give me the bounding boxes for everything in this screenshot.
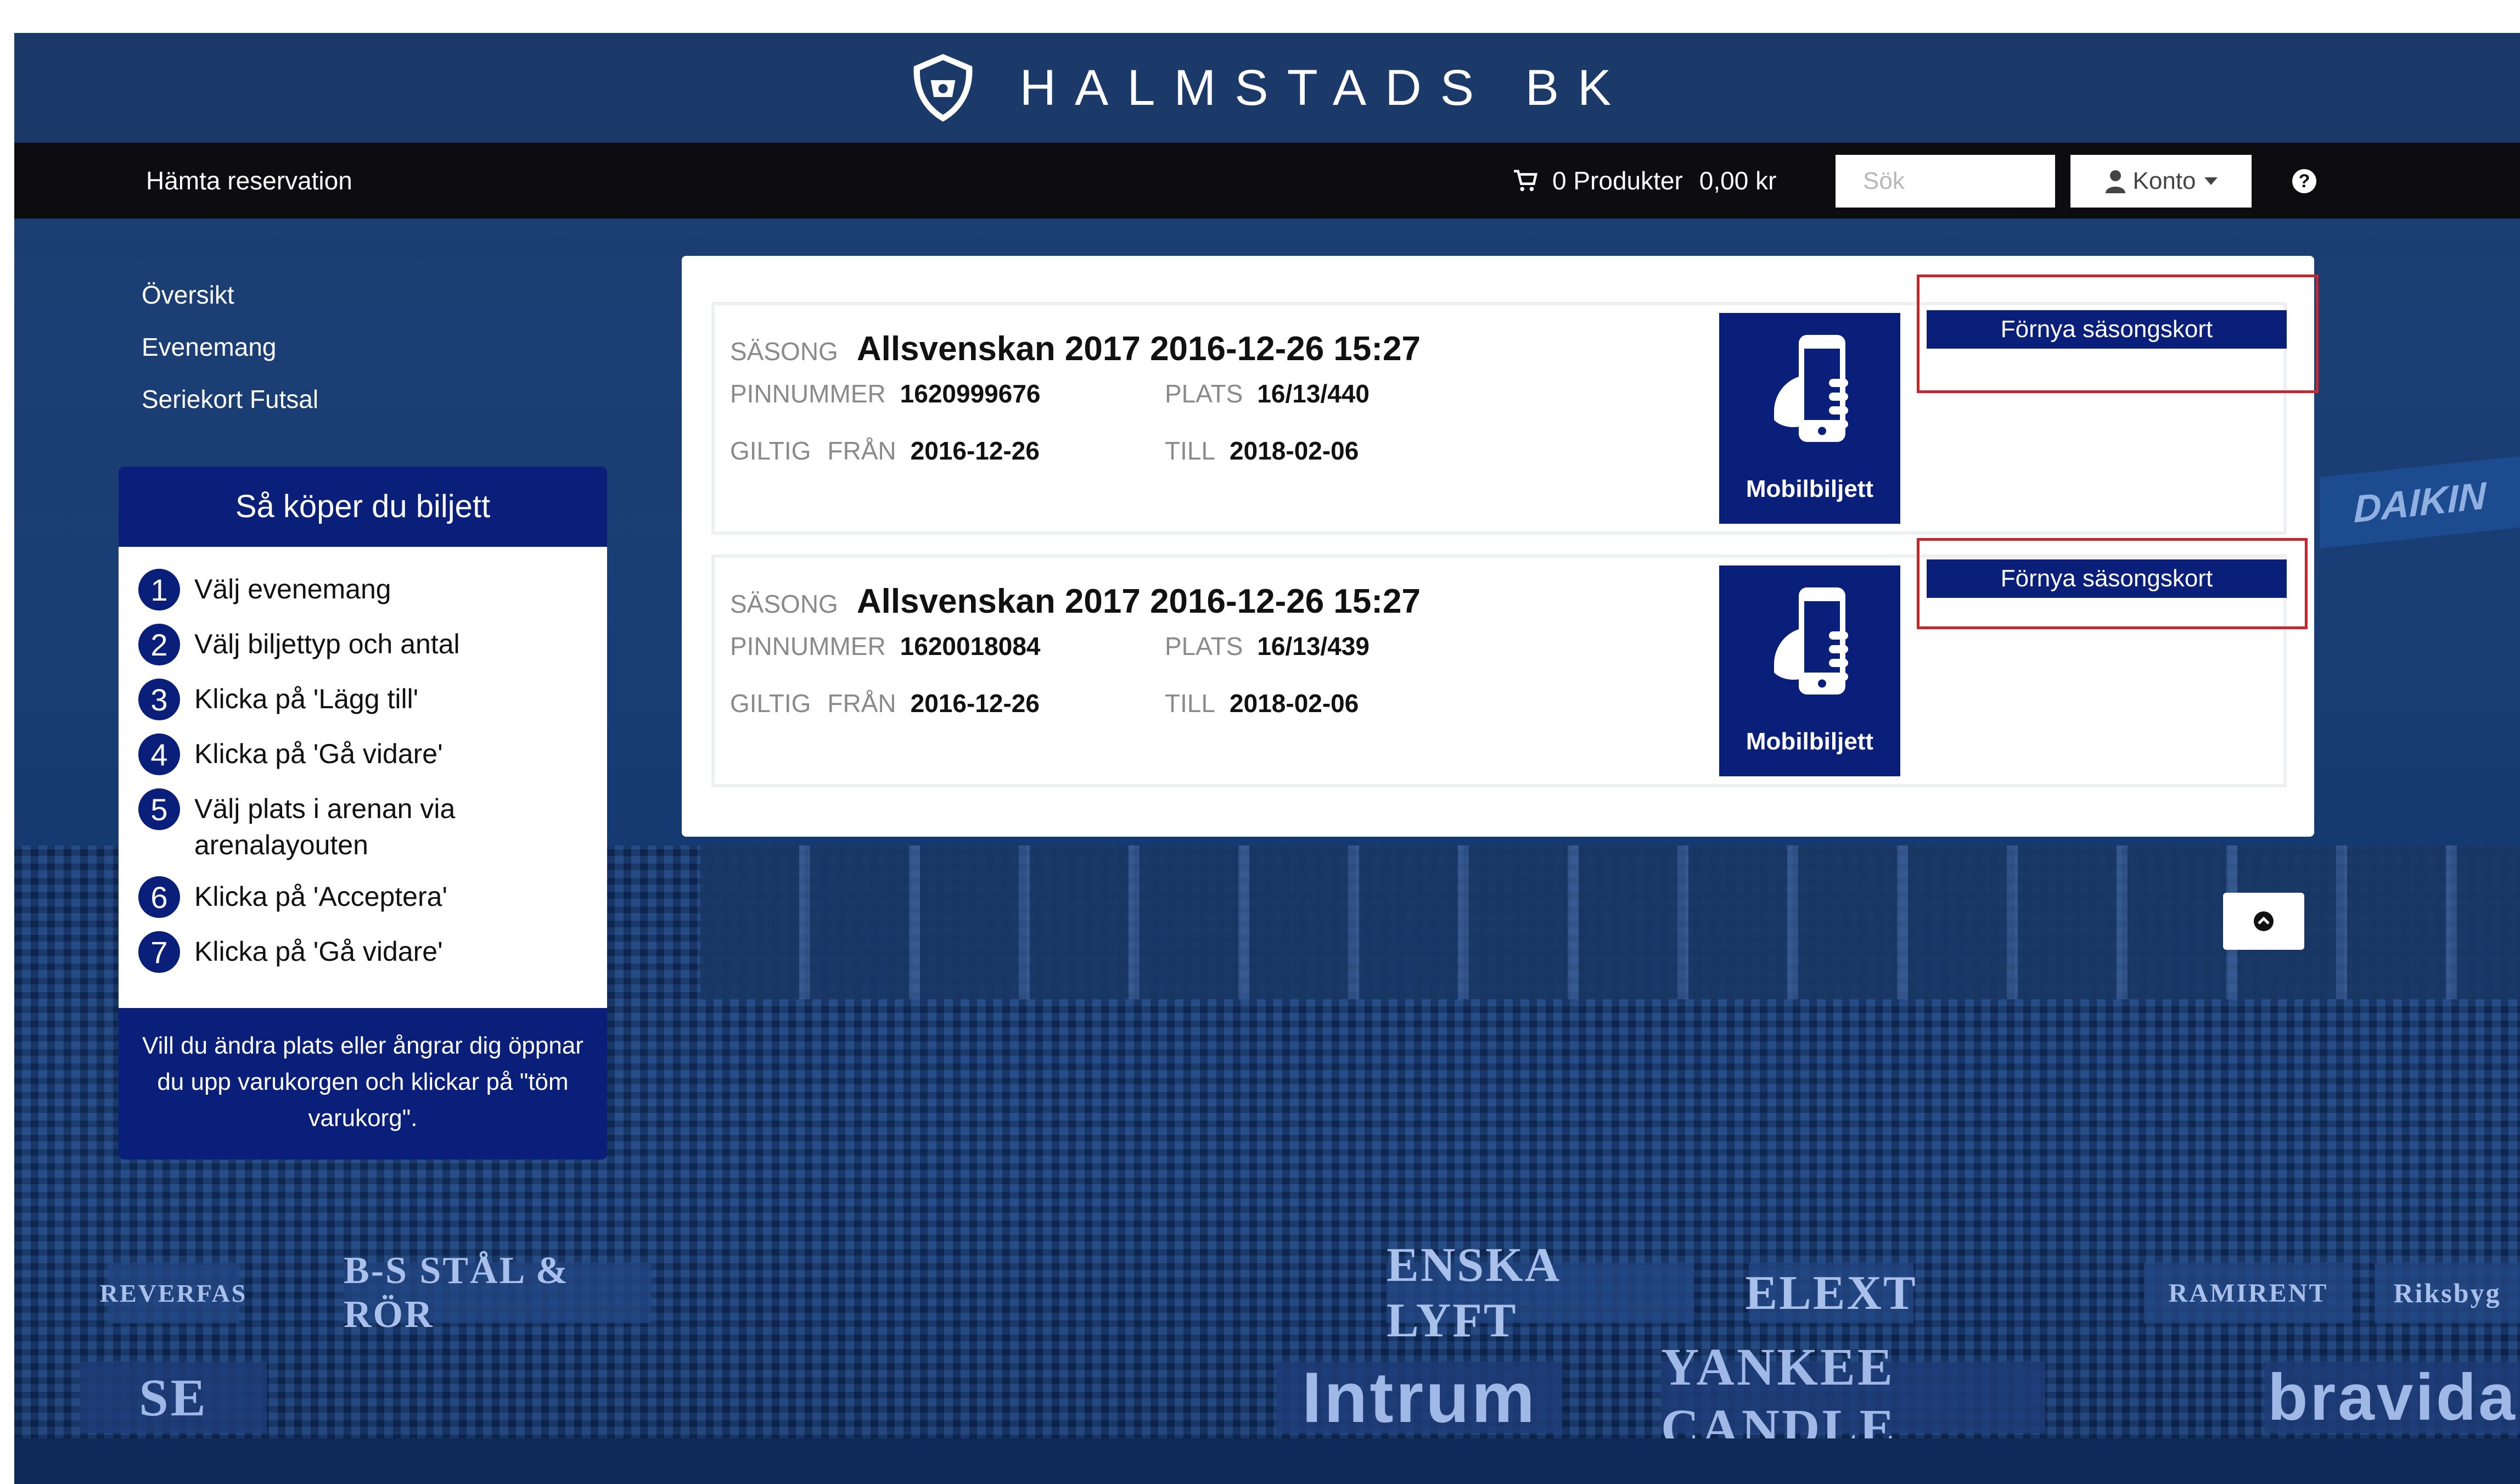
site-header: HALMSTADS BK bbox=[14, 33, 2520, 143]
step-item: 5 Välj plats i arenan via arenalayouten bbox=[119, 788, 607, 863]
seat-label: PLATS bbox=[1165, 379, 1243, 408]
to-label: TILL bbox=[1165, 689, 1216, 718]
account-label: Konto bbox=[2132, 167, 2196, 194]
from-value: 2016-12-26 bbox=[910, 436, 1040, 465]
step-number: 6 bbox=[138, 876, 180, 918]
pitch-background bbox=[14, 1438, 2520, 1484]
valid-label: GILTIG bbox=[730, 436, 811, 465]
ad-reverfas: REVERFAS bbox=[100, 1263, 245, 1323]
pin-label: PINNUMMER bbox=[730, 632, 886, 660]
season-label: SÄSONG bbox=[730, 590, 838, 618]
ad-elext: ELEXT bbox=[1745, 1263, 1916, 1323]
step-text: Klicka på 'Lägg till' bbox=[194, 684, 419, 714]
top-bar: Hämta reservation 0 Produkter 0,00 kr Ko… bbox=[14, 143, 2520, 219]
club-name: HALMSTADS BK bbox=[1019, 59, 1630, 116]
cart-count: 0 Produkter bbox=[1552, 166, 1683, 195]
from-label: FRÅN bbox=[827, 689, 896, 718]
renew-season-card-button[interactable]: Förnya säsongskort bbox=[1927, 559, 2287, 598]
season-tickets-panel: SÄSONG Allsvenskan 2017 2016-12-26 15:27… bbox=[682, 256, 2319, 837]
seat-value: 16/13/439 bbox=[1257, 632, 1370, 660]
renew-season-card-button[interactable]: Förnya säsongskort bbox=[1927, 310, 2287, 349]
valid-label: GILTIG bbox=[730, 689, 811, 718]
season-card: SÄSONG Allsvenskan 2017 2016-12-26 15:27… bbox=[711, 275, 2319, 535]
pin-value: 1620018084 bbox=[900, 632, 1041, 660]
step-text: Klicka på 'Acceptera' bbox=[194, 881, 447, 912]
how-to-steps: 1 Välj evenemang 2 Välj biljettyp och an… bbox=[119, 547, 607, 1008]
step-item: 4 Klicka på 'Gå vidare' bbox=[119, 733, 607, 775]
cart-total: 0,00 kr bbox=[1699, 166, 1777, 195]
mobile-phone-hand-icon bbox=[1774, 587, 1848, 695]
nav-item-oversikt[interactable]: Översikt bbox=[142, 280, 318, 332]
mobile-ticket-button[interactable]: Mobilbiljett bbox=[1719, 565, 1900, 776]
step-text: Välj plats i arenan via arenalayouten bbox=[194, 793, 456, 860]
season-label: SÄSONG bbox=[730, 337, 838, 366]
ad-yankee-candle: YANKEE CANDLE bbox=[1661, 1337, 2045, 1457]
renew-highlight: Förnya säsongskort bbox=[1917, 538, 2308, 629]
fetch-reservation-link[interactable]: Hämta reservation bbox=[146, 143, 352, 219]
step-text: Klicka på 'Gå vidare' bbox=[194, 936, 443, 967]
mobile-ticket-label: Mobilbiljett bbox=[1746, 475, 1874, 502]
help-icon[interactable]: ? bbox=[2292, 169, 2316, 193]
ad-se: SE bbox=[80, 1362, 267, 1433]
mobile-ticket-button[interactable]: Mobilbiljett bbox=[1719, 313, 1900, 524]
season-title: Allsvenskan 2017 2016-12-26 15:27 bbox=[856, 583, 1421, 620]
seat-label: PLATS bbox=[1165, 632, 1243, 660]
step-item: 1 Välj evenemang bbox=[119, 569, 607, 611]
ad-bravida: bravida bbox=[2265, 1360, 2520, 1434]
to-value: 2018-02-06 bbox=[1230, 689, 1359, 718]
mobile-ticket-label: Mobilbiljett bbox=[1746, 728, 1874, 755]
account-dropdown-button[interactable]: Konto bbox=[2070, 155, 2252, 208]
step-number: 3 bbox=[138, 679, 180, 720]
to-value: 2018-02-06 bbox=[1230, 436, 1359, 465]
mobile-phone-hand-icon bbox=[1774, 335, 1848, 442]
step-text: Klicka på 'Gå vidare' bbox=[194, 738, 443, 769]
nav-item-evenemang[interactable]: Evenemang bbox=[142, 332, 318, 384]
search-input[interactable] bbox=[1836, 155, 2055, 208]
ad-bs-stal: B-S STÅL & RÖR bbox=[344, 1250, 651, 1336]
from-label: FRÅN bbox=[827, 436, 896, 465]
season-card: SÄSONG Allsvenskan 2017 2016-12-26 15:27… bbox=[711, 538, 2308, 787]
how-to-buy-box: Så köper du biljett 1 Välj evenemang 2 V… bbox=[119, 467, 607, 1160]
ad-daikin: DAIKIN bbox=[2320, 456, 2520, 549]
ad-intrum: Intrum bbox=[1277, 1357, 1562, 1437]
step-number: 7 bbox=[138, 931, 180, 973]
from-value: 2016-12-26 bbox=[910, 689, 1040, 718]
step-text: Välj biljettyp och antal bbox=[194, 629, 460, 659]
page-frame: DAIKIN ENSKA LYFT ELEXT RAMIRENT Riksbyg… bbox=[14, 33, 2520, 1484]
cart-icon bbox=[1514, 170, 1537, 192]
step-number: 4 bbox=[138, 733, 180, 775]
step-number: 1 bbox=[138, 569, 180, 611]
step-number: 2 bbox=[138, 624, 180, 665]
how-to-footer-note: Vill du ändra plats eller ångrar dig öpp… bbox=[142, 1032, 583, 1132]
step-item: 7 Klicka på 'Gå vidare' bbox=[119, 931, 607, 973]
how-to-title: Så köper du biljett bbox=[235, 489, 491, 524]
pin-label: PINNUMMER bbox=[730, 379, 886, 408]
side-nav: Översikt Evenemang Seriekort Futsal bbox=[142, 280, 318, 436]
user-icon bbox=[2105, 170, 2125, 193]
to-label: TILL bbox=[1165, 436, 1216, 465]
chevron-up-circle-icon bbox=[2254, 911, 2274, 931]
step-text: Välj evenemang bbox=[194, 574, 391, 604]
season-title: Allsvenskan 2017 2016-12-26 15:27 bbox=[856, 330, 1421, 368]
pin-value: 1620999676 bbox=[900, 379, 1041, 408]
step-item: 6 Klicka på 'Acceptera' bbox=[119, 876, 607, 918]
cart-summary[interactable]: 0 Produkter 0,00 kr bbox=[1513, 143, 1776, 219]
club-logo-icon[interactable] bbox=[905, 49, 981, 126]
ad-ramirent: RAMIRENT bbox=[2144, 1263, 2353, 1323]
scroll-top-button[interactable] bbox=[2223, 893, 2304, 950]
renew-highlight: Förnya säsongskort bbox=[1917, 275, 2319, 393]
nav-item-seriekort-futsal[interactable]: Seriekort Futsal bbox=[142, 384, 318, 436]
ad-enska-lyft: ENSKA LYFT bbox=[1387, 1239, 1694, 1347]
step-number: 5 bbox=[138, 788, 180, 830]
step-item: 2 Välj biljettyp och antal bbox=[119, 624, 607, 665]
chevron-down-icon bbox=[2204, 177, 2218, 185]
step-item: 3 Klicka på 'Lägg till' bbox=[119, 679, 607, 720]
ad-riksbyg: Riksbyg bbox=[2375, 1263, 2520, 1323]
seat-value: 16/13/440 bbox=[1257, 379, 1370, 408]
